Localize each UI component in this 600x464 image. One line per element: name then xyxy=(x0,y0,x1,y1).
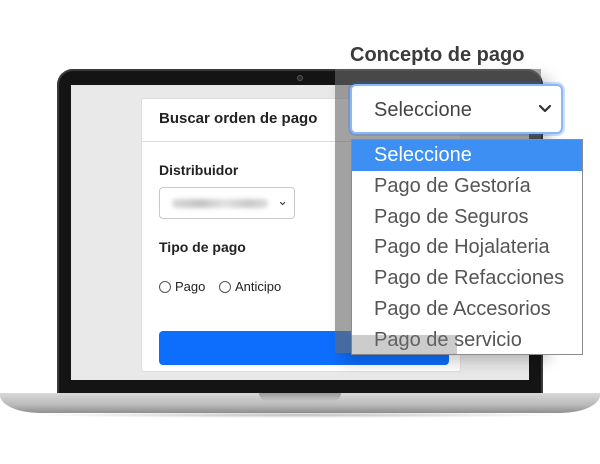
chevron-down-icon: ⌄ xyxy=(277,193,288,208)
concepto-selected-value: Seleccione xyxy=(374,99,472,121)
card-title: Buscar orden de pago xyxy=(159,110,318,127)
concepto-select[interactable]: Seleccione xyxy=(350,84,563,134)
radio-pago[interactable]: Pago xyxy=(159,279,205,294)
dropdown-option-hojalateria[interactable]: Pago de Hojalateria xyxy=(352,232,582,263)
tipo-pago-radio-group: Pago Anticipo xyxy=(159,279,291,296)
distribuidor-label: Distribuidor xyxy=(159,162,239,178)
radio-pago-label: Pago xyxy=(175,279,206,294)
radio-circle-icon[interactable] xyxy=(159,280,171,293)
distribuidor-select[interactable]: xxxxxxxxxx ⌄ xyxy=(159,187,295,219)
dropdown-option-accesorios[interactable]: Pago de Accesorios xyxy=(352,294,582,325)
dropdown-option-gestoria[interactable]: Pago de Gestoría xyxy=(352,171,582,202)
dropdown-option-refacciones[interactable]: Pago de Refacciones xyxy=(352,263,582,294)
concepto-dropdown-list: Seleccione Pago de Gestoría Pago de Segu… xyxy=(351,139,583,355)
radio-circle-icon[interactable] xyxy=(219,280,231,293)
dropdown-option-servicio[interactable]: Pago de servicio xyxy=(352,325,582,354)
tipo-pago-label: Tipo de pago xyxy=(159,239,246,255)
dropdown-option-seguros[interactable]: Pago de Seguros xyxy=(352,202,582,233)
webcam xyxy=(297,75,303,81)
distribuidor-value-blurred: xxxxxxxxxx xyxy=(172,199,268,208)
laptop-shadow xyxy=(30,412,570,418)
chevron-down-icon xyxy=(538,104,552,113)
radio-anticipo-label: Anticipo xyxy=(235,279,282,294)
radio-anticipo[interactable]: Anticipo xyxy=(219,279,281,294)
concepto-title: Concepto de pago xyxy=(350,44,525,66)
laptop-base-notch xyxy=(259,393,341,401)
dropdown-option-seleccione[interactable]: Seleccione xyxy=(352,140,582,171)
